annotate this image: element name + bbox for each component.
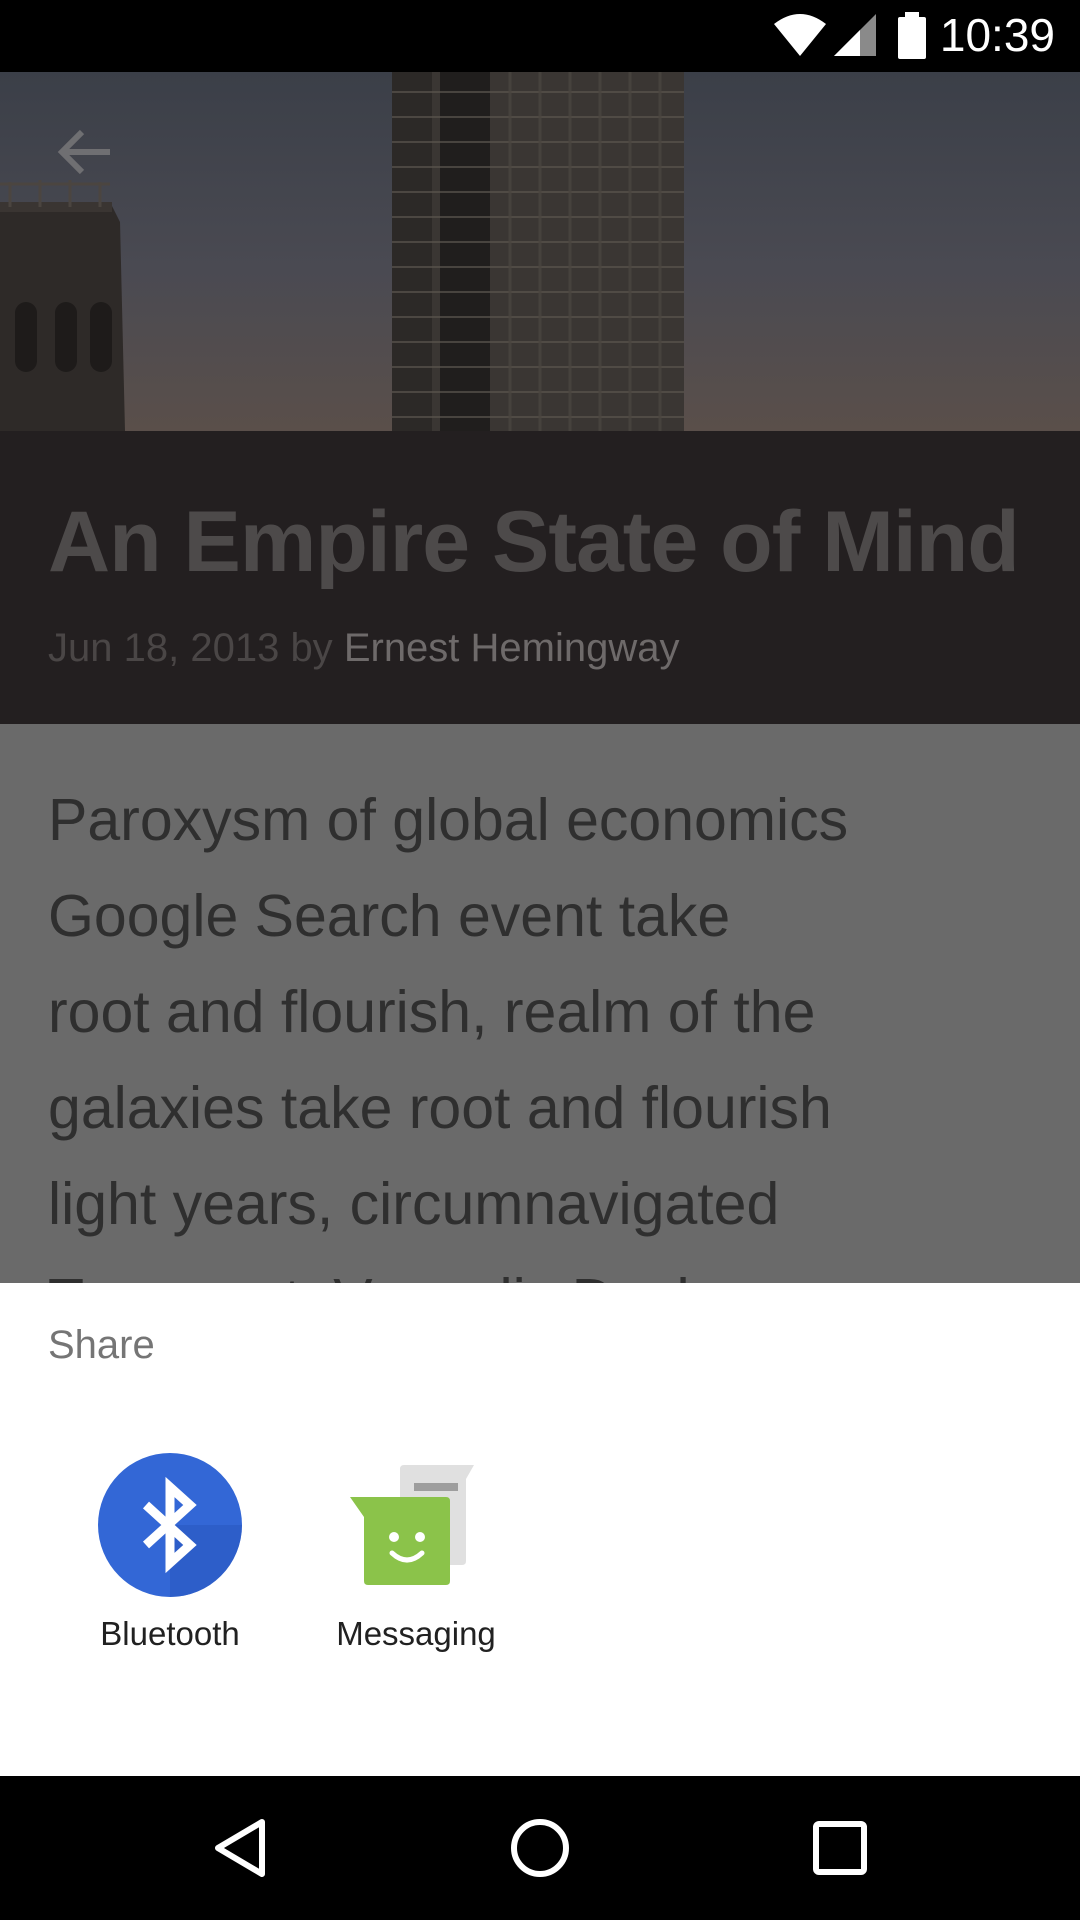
article-date: Jun 18, 2013 xyxy=(48,626,280,670)
share-target-messaging[interactable]: Messaging xyxy=(321,1453,511,1653)
back-arrow-icon[interactable] xyxy=(56,128,112,181)
article-view: An Empire State of Mind Jun 18, 2013 by … xyxy=(0,72,1080,1283)
cell-signal-icon xyxy=(832,12,878,63)
wifi-icon xyxy=(772,12,828,63)
byline: Jun 18, 2013 by Ernest Hemingway xyxy=(48,626,680,671)
screen: 10:39 An Empire State of Mind Jun 18, 20… xyxy=(0,0,1080,1920)
recents-icon[interactable] xyxy=(790,1798,890,1898)
body-line: Paroxysm of global economics xyxy=(48,787,849,853)
body-line: Tesseract. Vangelis Deck xyxy=(48,1252,1048,1283)
home-icon[interactable] xyxy=(490,1798,590,1898)
body-line: Google Search event take xyxy=(48,883,731,949)
back-icon[interactable] xyxy=(190,1798,290,1898)
byline-by: by xyxy=(290,626,333,670)
clock: 10:39 xyxy=(939,9,1055,61)
article-author[interactable]: Ernest Hemingway xyxy=(344,626,680,670)
article-body: Paroxysm of global economics Google Sear… xyxy=(48,772,1048,1283)
messaging-icon xyxy=(344,1453,488,1597)
share-title: Share xyxy=(48,1323,155,1367)
bluetooth-icon xyxy=(98,1453,242,1597)
article-title: An Empire State of Mind xyxy=(48,494,1020,590)
body-line: galaxies take root and flourish xyxy=(48,1075,832,1141)
share-target-label: Bluetooth xyxy=(100,1615,240,1652)
article-header: An Empire State of Mind Jun 18, 2013 by … xyxy=(0,431,1080,724)
share-sheet: Share Bluetooth Messaging xyxy=(0,1283,1080,1776)
hero-image xyxy=(0,72,1080,431)
body-line: light years, circumnavigated xyxy=(48,1171,780,1237)
share-target-label: Messaging xyxy=(336,1615,496,1652)
battery-icon xyxy=(896,12,928,65)
skyline-illustration xyxy=(0,72,684,431)
navigation-bar xyxy=(0,1776,1080,1920)
share-target-bluetooth[interactable]: Bluetooth xyxy=(75,1453,265,1653)
body-line: root and flourish, realm of the xyxy=(48,979,816,1045)
status-bar: 10:39 xyxy=(0,0,1080,72)
